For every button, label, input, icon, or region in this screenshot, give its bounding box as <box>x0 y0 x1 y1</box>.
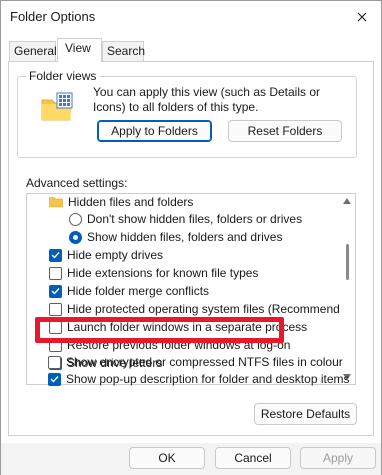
tree-item-label: Hide folder merge conflicts <box>67 284 210 298</box>
ok-button[interactable]: OK <box>129 447 205 469</box>
checkbox-checked[interactable] <box>48 372 61 386</box>
window-title: Folder Options <box>10 9 96 24</box>
tab-search[interactable]: Search <box>102 41 146 61</box>
folder-views-label: Folder views <box>26 69 100 83</box>
reset-folders-label: Reset Folders <box>247 124 323 138</box>
tree-item-hide-empty-drives[interactable]: Hide empty drives <box>49 246 355 264</box>
cancel-label: Cancel <box>234 451 272 465</box>
checkmark-icon <box>51 288 60 295</box>
checkbox[interactable] <box>48 355 61 369</box>
apply-label: Apply <box>322 451 354 465</box>
tree-item-label: Hide extensions for known file types <box>67 266 259 280</box>
scroll-up-arrow-icon <box>343 198 351 204</box>
tree-item-show-encrypted[interactable]: Show encrypted or compressed NTFS files … <box>48 353 360 371</box>
checkbox-checked[interactable] <box>49 248 62 262</box>
checkmark-icon <box>51 252 60 259</box>
tree-item-show-popup-description[interactable]: Show pop-up description for folder and d… <box>48 370 360 388</box>
close-button[interactable] <box>349 5 375 29</box>
apply-to-folders-label: Apply to Folders <box>111 124 198 138</box>
checkmark-icon <box>50 376 59 383</box>
tab-view[interactable]: View <box>57 38 102 62</box>
folder-options-dialog: Folder Options General View Search Folde… <box>0 0 382 475</box>
restore-defaults-button[interactable]: Restore Defaults <box>254 403 357 425</box>
folder-views-group: Folder views You can apply this view (su… <box>17 69 357 158</box>
highlight-annotation <box>35 317 284 343</box>
folder-icon <box>49 197 63 208</box>
tree-item-label: Show hidden files, folders and drives <box>87 230 283 244</box>
close-icon <box>357 12 367 22</box>
tab-search-label: Search <box>107 44 146 58</box>
folder-views-description: You can apply this view (such as Details… <box>93 85 321 114</box>
title-bar: Folder Options <box>1 1 381 33</box>
tree-item-label: Don't show hidden files, folders or driv… <box>87 212 303 226</box>
tree-item-show-hidden[interactable]: Show hidden files, folders and drives <box>69 228 355 246</box>
tab-general-label: General <box>14 44 57 58</box>
tab-general[interactable]: General <box>9 41 57 61</box>
restore-defaults-label: Restore Defaults <box>260 407 351 421</box>
ok-label: OK <box>158 451 176 465</box>
reset-folders-button[interactable]: Reset Folders <box>228 120 342 142</box>
apply-to-folders-button[interactable]: Apply to Folders <box>97 120 212 142</box>
tab-view-label: View <box>65 41 91 55</box>
tree-item-dont-show-hidden[interactable]: Don't show hidden files, folders or driv… <box>69 210 355 228</box>
radio-button-selected[interactable] <box>69 230 82 244</box>
tree-item-label: Show pop-up description for folder and d… <box>66 372 350 386</box>
checkbox-checked[interactable] <box>49 284 62 298</box>
tree-item-hide-protected-files[interactable]: Hide protected operating system files (R… <box>49 300 356 318</box>
tree-item-label: Hide empty drives <box>67 248 164 262</box>
checkbox[interactable] <box>49 302 62 316</box>
tree-item-hidden-files: Hidden files and folders <box>49 194 355 211</box>
advanced-settings-label: Advanced settings: <box>26 176 128 190</box>
tree-item-hide-extensions[interactable]: Hide extensions for known file types <box>49 264 355 282</box>
folder-view-icon <box>40 92 74 125</box>
cancel-button[interactable]: Cancel <box>215 447 291 469</box>
checkbox[interactable] <box>49 266 62 280</box>
tree-item-label: Show encrypted or compressed NTFS files … <box>66 355 343 369</box>
radio-button[interactable] <box>69 212 82 226</box>
tree-item-hide-merge-conflicts[interactable]: Hide folder merge conflicts <box>49 282 355 300</box>
scroll-thumb[interactable] <box>346 244 349 280</box>
tree-item-label: Hide protected operating system files (R… <box>67 302 356 316</box>
apply-button[interactable]: Apply <box>300 447 376 469</box>
tree-item-label: Hidden files and folders <box>68 195 194 209</box>
